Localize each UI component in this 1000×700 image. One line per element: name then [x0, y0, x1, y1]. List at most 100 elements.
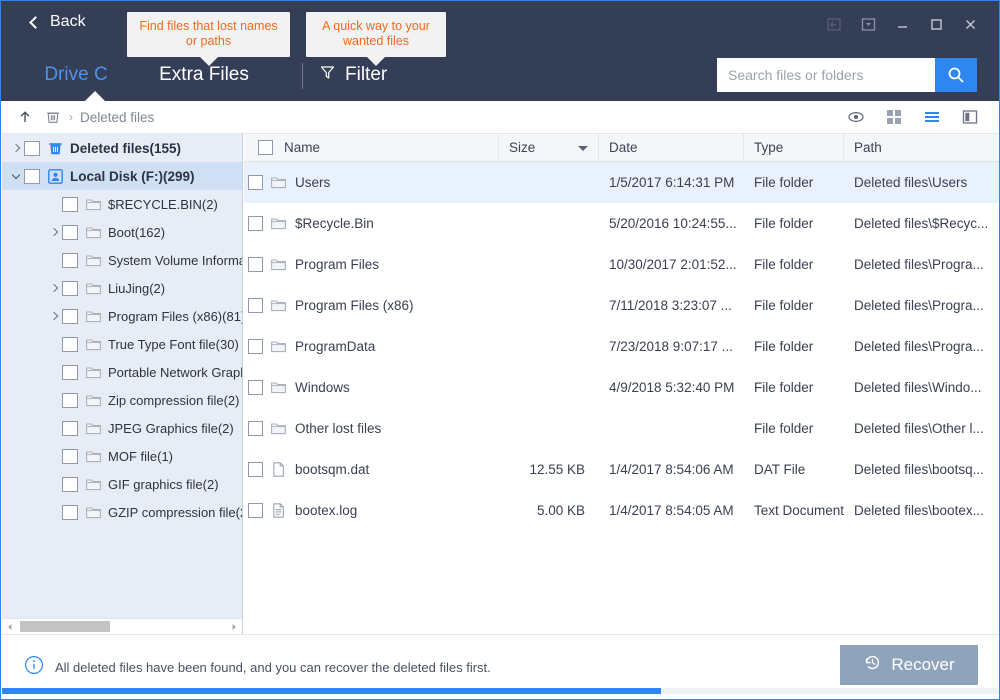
tree-item-checkbox[interactable]	[24, 141, 40, 156]
tree-item-checkbox[interactable]	[62, 197, 78, 212]
preview-eye-icon[interactable]	[845, 106, 867, 128]
file-size-label: 5.00 KB	[537, 503, 585, 518]
column-header-type[interactable]: Type	[744, 134, 844, 162]
tree-item[interactable]: True Type Font file(30)	[2, 330, 242, 358]
file-row[interactable]: bootex.log5.00 KB1/4/2017 8:54:05 AMText…	[244, 490, 1000, 531]
folder-icon	[269, 174, 287, 192]
file-path-cell: Deleted files\Progra...	[844, 244, 1000, 285]
column-header-label: Date	[609, 140, 638, 155]
chevron-down-icon[interactable]	[8, 162, 24, 190]
scroll-right-arrow-icon[interactable]	[226, 619, 242, 635]
arrow-up-icon[interactable]	[14, 106, 36, 128]
view-toggle-group	[845, 106, 981, 128]
column-header-name[interactable]: Name	[244, 134, 499, 162]
tree-item[interactable]: JPEG Graphics file(2)	[2, 414, 242, 442]
chevron-right-icon[interactable]	[46, 218, 62, 246]
grid-view-icon[interactable]	[883, 106, 905, 128]
file-row[interactable]: Other lost filesFile folderDeleted files…	[244, 408, 1000, 449]
tree-item[interactable]: Portable Network Graph	[2, 358, 242, 386]
scroll-left-arrow-icon[interactable]	[2, 619, 18, 635]
file-row[interactable]: bootsqm.dat12.55 KB1/4/2017 8:54:06 AMDA…	[244, 449, 1000, 490]
tree-item-checkbox[interactable]	[62, 477, 78, 492]
folder-icon	[269, 420, 287, 438]
search-input[interactable]	[717, 58, 935, 92]
file-row[interactable]: Windows4/9/2018 5:32:40 PMFile folderDel…	[244, 367, 1000, 408]
file-row-checkbox[interactable]	[248, 462, 263, 477]
file-row[interactable]: Program Files10/30/2017 2:01:52...File f…	[244, 244, 1000, 285]
tree-item-checkbox[interactable]	[62, 505, 78, 520]
recover-button[interactable]: Recover	[840, 645, 978, 685]
tree-item-checkbox[interactable]	[62, 337, 78, 352]
file-row-checkbox[interactable]	[248, 421, 263, 436]
tree-item-checkbox[interactable]	[62, 225, 78, 240]
tree-item[interactable]: LiuJing(2)	[2, 274, 242, 302]
tree-item[interactable]: Local Disk (F:)(299)	[2, 162, 242, 190]
text-file-icon	[269, 502, 287, 520]
folder-icon	[84, 195, 102, 213]
chevron-right-icon[interactable]	[8, 134, 24, 162]
minimize-to-tray-icon[interactable]	[851, 10, 885, 38]
tree-item[interactable]: Program Files (x86)(81)	[2, 302, 242, 330]
file-name-cell: Windows	[244, 367, 499, 408]
tree-item-checkbox[interactable]	[62, 309, 78, 324]
trash-bin-icon[interactable]	[42, 106, 64, 128]
folder-icon	[269, 215, 287, 233]
tree-item[interactable]: System Volume Informa	[2, 246, 242, 274]
file-date-label: 1/5/2017 6:14:31 PM	[609, 175, 734, 190]
folder-icon	[84, 279, 102, 297]
tree-item-checkbox[interactable]	[24, 169, 40, 184]
tree-item[interactable]: $RECYCLE.BIN(2)	[2, 190, 242, 218]
maximize-icon[interactable]	[919, 10, 953, 38]
callout-extra-files-text: Find files that lost names or paths	[139, 19, 277, 48]
column-header-date[interactable]: Date	[599, 134, 744, 162]
tree-item[interactable]: Zip compression file(2)	[2, 386, 242, 414]
column-header-path[interactable]: Path	[844, 134, 1000, 162]
tree-item[interactable]: GIF graphics file(2)	[2, 470, 242, 498]
tree-item-checkbox[interactable]	[62, 365, 78, 380]
list-view-icon[interactable]	[921, 106, 943, 128]
minimize-icon[interactable]	[885, 10, 919, 38]
file-row[interactable]: $Recycle.Bin5/20/2016 10:24:55...File fo…	[244, 203, 1000, 244]
window-controls	[817, 10, 987, 38]
file-row[interactable]: Users1/5/2017 6:14:31 PMFile folderDelet…	[244, 162, 1000, 203]
select-all-checkbox[interactable]	[258, 140, 273, 155]
file-row[interactable]: ProgramData7/23/2018 9:07:17 ...File fol…	[244, 326, 1000, 367]
file-name-label: $Recycle.Bin	[295, 216, 374, 231]
feedback-icon[interactable]	[817, 10, 851, 38]
tab-drive-c[interactable]: Drive C	[21, 49, 131, 101]
tree-item-checkbox[interactable]	[62, 393, 78, 408]
breadcrumb-path[interactable]: Deleted files	[80, 110, 154, 125]
chevron-right-icon[interactable]	[46, 302, 62, 330]
file-size-cell	[499, 367, 599, 408]
file-row-checkbox[interactable]	[248, 298, 263, 313]
file-row-checkbox[interactable]	[248, 257, 263, 272]
tree-item[interactable]: Deleted files(155)	[2, 134, 242, 162]
tree-item[interactable]: Boot(162)	[2, 218, 242, 246]
sidebar-horizontal-scrollbar[interactable]	[2, 618, 242, 634]
file-name-label: Users	[295, 175, 330, 190]
file-row-checkbox[interactable]	[248, 216, 263, 231]
chevron-right-icon[interactable]	[46, 274, 62, 302]
file-row-checkbox[interactable]	[248, 380, 263, 395]
close-icon[interactable]	[953, 10, 987, 38]
file-row-checkbox[interactable]	[248, 175, 263, 190]
file-row-checkbox[interactable]	[248, 339, 263, 354]
folder-icon	[84, 363, 102, 381]
tree-item-checkbox[interactable]	[62, 449, 78, 464]
file-type-cell: File folder	[744, 244, 844, 285]
column-header-size[interactable]: Size	[499, 134, 599, 162]
tree-item[interactable]: MOF file(1)	[2, 442, 242, 470]
tree-item[interactable]: GZIP compression file(2)	[2, 498, 242, 526]
back-button[interactable]: Back	[25, 9, 92, 35]
file-row-checkbox[interactable]	[248, 503, 263, 518]
file-row[interactable]: Program Files (x86)7/11/2018 3:23:07 ...…	[244, 285, 1000, 326]
column-header-label: Path	[854, 140, 882, 155]
detail-pane-icon[interactable]	[959, 106, 981, 128]
tree-item-checkbox[interactable]	[62, 421, 78, 436]
column-header-label: Type	[754, 140, 783, 155]
search-button[interactable]	[935, 58, 977, 92]
scrollbar-thumb[interactable]	[20, 621, 110, 632]
file-name-cell: Other lost files	[244, 408, 499, 449]
tree-item-checkbox[interactable]	[62, 281, 78, 296]
tree-item-checkbox[interactable]	[62, 253, 78, 268]
